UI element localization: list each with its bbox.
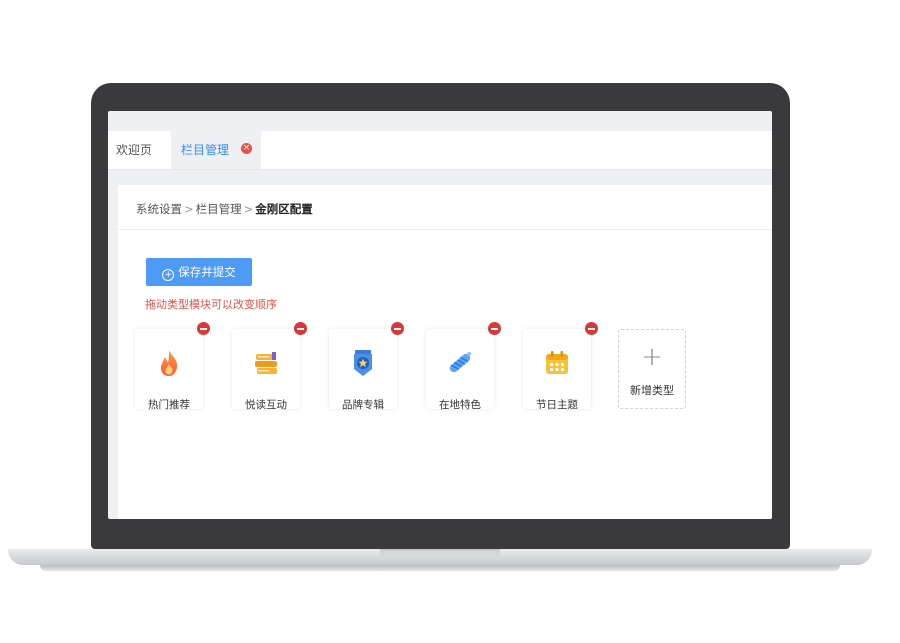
breadcrumb: 系统设置 > 栏目管理 > 金刚区配置	[136, 201, 313, 217]
category-card-local[interactable]: 在地特色	[426, 322, 501, 411]
page-title: 金刚区配置	[255, 202, 313, 216]
remove-icon[interactable]	[197, 322, 210, 335]
breadcrumb-item-column[interactable]: 栏目管理	[196, 202, 242, 216]
content-panel: 系统设置 > 栏目管理 > 金刚区配置 + 保存并提交 拖动类型模块可以改变顺序 热门推荐	[118, 185, 772, 519]
category-label: 热门推荐	[148, 399, 190, 411]
calendar-icon	[546, 351, 568, 374]
close-icon[interactable]: ×	[241, 143, 252, 154]
category-card-hot[interactable]: 热门推荐	[135, 322, 210, 411]
category-label: 品牌专辑	[342, 399, 384, 411]
breadcrumb-separator: >	[184, 202, 194, 216]
category-label: 节日主题	[536, 399, 578, 411]
tab-welcome[interactable]: 欢迎页	[116, 131, 152, 169]
drag-hint: 拖动类型模块可以改变顺序	[145, 298, 277, 311]
tab-label: 栏目管理	[181, 143, 230, 157]
badge-icon	[354, 350, 372, 376]
laptop-notch	[380, 549, 500, 558]
category-card-reading[interactable]: 悦读互动	[232, 322, 307, 411]
laptop-base-shadow	[40, 565, 840, 571]
remove-icon[interactable]	[585, 322, 598, 335]
breadcrumb-item-system[interactable]: 系统设置	[136, 202, 182, 216]
divider	[118, 229, 772, 230]
rope-icon	[449, 352, 471, 373]
category-card-brand[interactable]: 品牌专辑	[329, 322, 404, 411]
category-label: 悦读互动	[245, 399, 287, 411]
remove-icon[interactable]	[391, 322, 404, 335]
plus-circle-icon: +	[162, 269, 175, 281]
category-label: 在地特色	[439, 399, 481, 411]
add-category-label: 新增类型	[630, 384, 674, 397]
remove-icon[interactable]	[294, 322, 307, 335]
books-icon	[255, 352, 277, 374]
fire-icon	[161, 350, 178, 376]
breadcrumb-separator: >	[243, 202, 254, 216]
category-card-festival[interactable]: 节日主题	[523, 322, 598, 411]
save-button-label: 保存并提交	[178, 265, 236, 279]
tab-column-management[interactable]: 栏目管理 ×	[171, 131, 261, 169]
add-category-button[interactable]: + 新增类型	[618, 329, 686, 409]
remove-icon[interactable]	[488, 322, 501, 335]
tab-bar: 欢迎页 栏目管理 ×	[108, 131, 772, 170]
save-submit-button[interactable]: + 保存并提交	[146, 258, 252, 286]
laptop-screen: 欢迎页 栏目管理 × 系统设置 > 栏目管理 > 金刚区配置 + 保存并提交 拖动类型模块…	[108, 111, 772, 519]
plus-icon: +	[641, 342, 663, 372]
